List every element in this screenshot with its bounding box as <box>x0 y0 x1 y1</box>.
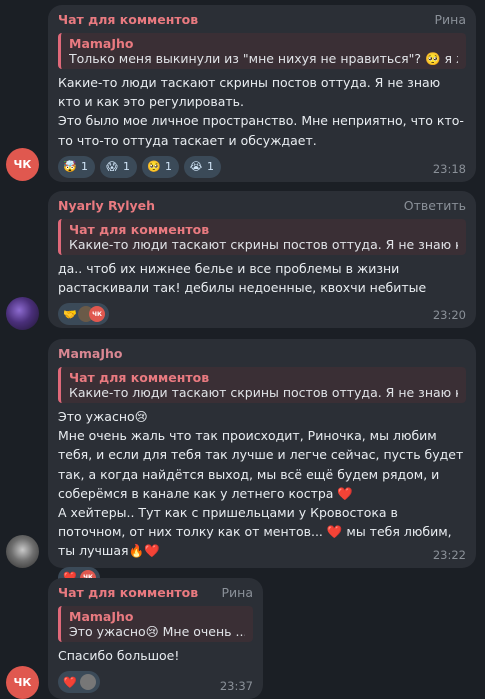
reaction-chip[interactable]: 🤯 1 <box>58 155 95 178</box>
sender-name[interactable]: Чат для комментов <box>58 12 198 27</box>
reaction-count: 1 <box>81 160 88 174</box>
reaction-count: 1 <box>123 160 130 174</box>
reply-sender: MamaJho <box>69 36 134 51</box>
message-time: 23:20 <box>432 308 466 322</box>
sender-name[interactable]: MamaJho <box>58 346 122 361</box>
pleading-emoji: 🥺 <box>147 160 161 174</box>
scream-emoji: 😱 <box>106 160 118 174</box>
reactions: 🤯 1 😱 1 🥺 1 😭 1 <box>58 155 466 178</box>
reply-quote[interactable]: MamaJho Только меня выкинули из "мне них… <box>58 33 466 69</box>
exploding-head-emoji: 🤯 <box>63 160 77 174</box>
reactor-avatar <box>80 674 96 691</box>
message-text: Какие-то люди таскают скрины постов отту… <box>58 75 464 148</box>
sender-name[interactable]: Чат для комментов <box>58 585 198 600</box>
message-time: 23:37 <box>219 679 253 693</box>
crying-emoji: 😭 <box>189 160 203 174</box>
avatar[interactable] <box>6 535 39 568</box>
message-text: Это ужасно😢 Мне очень жаль что так проис… <box>58 409 464 559</box>
reply-action[interactable]: Ответить <box>404 198 466 213</box>
reaction-chip[interactable]: 😱 1 <box>100 155 137 178</box>
reactor-avatar: ЧК <box>89 306 105 323</box>
avatar[interactable] <box>6 297 39 330</box>
author-signature: Рина <box>221 585 254 600</box>
handshake-emoji: 🤝 <box>63 307 77 321</box>
message-text: да.. чтоб их нижнее белье и все проблемы… <box>58 261 427 296</box>
message-bubble[interactable]: MamaJho Чат для комментов Какие-то люди … <box>48 339 476 589</box>
avatar[interactable]: ЧК <box>6 148 39 181</box>
author-signature: Рина <box>434 12 467 27</box>
reply-sender: Чат для комментов <box>69 222 210 237</box>
reply-text: Какие-то люди таскают скрины постов отту… <box>69 385 458 400</box>
reply-text: Это ужасно😢 Мне очень ... <box>69 624 245 639</box>
reply-quote[interactable]: MamaJho Это ужасно😢 Мне очень ... <box>58 606 253 642</box>
reactions: 🤝 ЧК <box>58 303 466 326</box>
message-text: Спасибо большое! <box>58 648 180 663</box>
reaction-chip[interactable]: 🥺 1 <box>142 155 179 178</box>
reply-text: Только меня выкинули из "мне нихуя не нр… <box>69 51 458 66</box>
heart-emoji: ❤️ <box>63 675 77 689</box>
reaction-count: 1 <box>165 160 172 174</box>
reaction-chip[interactable]: ❤️ <box>58 671 100 694</box>
avatar[interactable]: ЧК <box>6 666 39 699</box>
reply-sender: MamaJho <box>69 609 134 624</box>
reply-quote[interactable]: Чат для комментов Какие-то люди таскают … <box>58 219 466 255</box>
message-time: 23:18 <box>432 162 466 176</box>
reply-text: Какие-то люди таскают скрины постов отту… <box>69 237 458 252</box>
reply-sender: Чат для комментов <box>69 370 210 385</box>
message-bubble[interactable]: Чат для комментов Рина MamaJho Это ужасн… <box>48 578 263 699</box>
message-time: 23:22 <box>432 548 466 562</box>
message-bubble[interactable]: Чат для комментов Рина MamaJho Только ме… <box>48 5 476 182</box>
reaction-chip[interactable]: 😭 1 <box>184 155 221 178</box>
message-bubble[interactable]: Nyarly Rylyeh Ответить Чат для комментов… <box>48 191 476 328</box>
reaction-count: 1 <box>207 160 214 174</box>
sender-name[interactable]: Nyarly Rylyeh <box>58 198 155 213</box>
reaction-chip[interactable]: 🤝 ЧК <box>58 303 109 326</box>
reply-quote[interactable]: Чат для комментов Какие-то люди таскают … <box>58 367 466 403</box>
